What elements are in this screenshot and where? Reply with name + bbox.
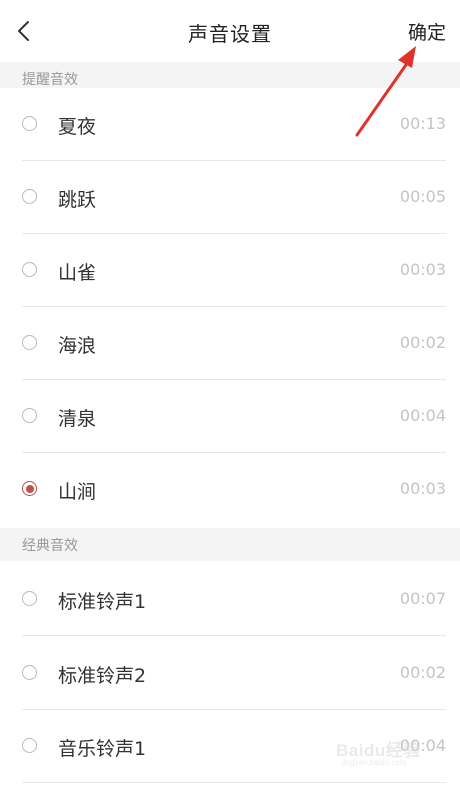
sound-name: 海浪	[58, 335, 97, 357]
sound-duration: 00:03	[399, 479, 446, 498]
radio-unchecked-icon[interactable]	[22, 665, 37, 680]
sound-name: 山雀	[58, 262, 97, 284]
radio-unchecked-icon[interactable]	[22, 116, 37, 131]
page-title: 声音设置	[188, 22, 272, 46]
sound-option-row[interactable]: 夏夜 00:13	[0, 88, 460, 161]
sound-option-row[interactable]: 标准铃声2 00:02	[0, 637, 460, 710]
sound-option-row[interactable]: 跳跃 00:05	[0, 161, 460, 234]
radio-unchecked-icon[interactable]	[22, 335, 37, 350]
sound-name: 标准铃声1	[58, 591, 147, 613]
sound-duration: 00:05	[399, 187, 446, 206]
sound-settings-page: 声音设置 确定 提醒音效 夏夜 00:13 跳跃 00:05 山雀 00:03 …	[0, 0, 460, 785]
sound-duration: 00:02	[399, 663, 446, 682]
sound-duration: 00:02	[399, 333, 446, 352]
row-divider	[22, 635, 446, 636]
nav-header: 声音设置 确定	[0, 0, 460, 62]
sound-duration: 00:13	[399, 114, 446, 133]
watermark-sub: jingyan.baidu.com	[342, 758, 407, 767]
sound-option-row[interactable]: 清泉 00:04	[0, 380, 460, 453]
sound-name: 清泉	[58, 408, 97, 430]
radio-unchecked-icon[interactable]	[22, 408, 37, 423]
sound-name: 山涧	[58, 481, 97, 503]
sound-option-row[interactable]: 海浪 00:02	[0, 307, 460, 380]
sound-name: 跳跃	[58, 189, 97, 211]
sound-duration: 00:04	[399, 406, 446, 425]
sound-option-row[interactable]: 标准铃声1 00:07	[0, 563, 460, 636]
section-title: 经典音效	[22, 538, 78, 554]
sound-option-row-selected[interactable]: 山涧 00:03	[0, 453, 460, 526]
radio-unchecked-icon[interactable]	[22, 189, 37, 204]
radio-unchecked-icon[interactable]	[22, 262, 37, 277]
confirm-button[interactable]: 确定	[408, 18, 446, 45]
section-header-classic: 经典音效	[0, 528, 460, 561]
sound-name: 音乐铃声1	[58, 738, 147, 760]
baidu-watermark: Baidu经验 jingyan.baidu.com	[336, 732, 446, 772]
sound-duration: 00:03	[399, 260, 446, 279]
radio-unchecked-icon[interactable]	[22, 738, 37, 753]
radio-checked-icon[interactable]	[22, 481, 37, 496]
sound-option-row[interactable]: 山雀 00:03	[0, 234, 460, 307]
radio-unchecked-icon[interactable]	[22, 591, 37, 606]
sound-duration: 00:07	[399, 589, 446, 608]
sound-name: 夏夜	[58, 116, 97, 138]
section-title: 提醒音效	[22, 72, 78, 88]
row-divider	[22, 782, 446, 783]
sound-name: 标准铃声2	[58, 665, 147, 687]
